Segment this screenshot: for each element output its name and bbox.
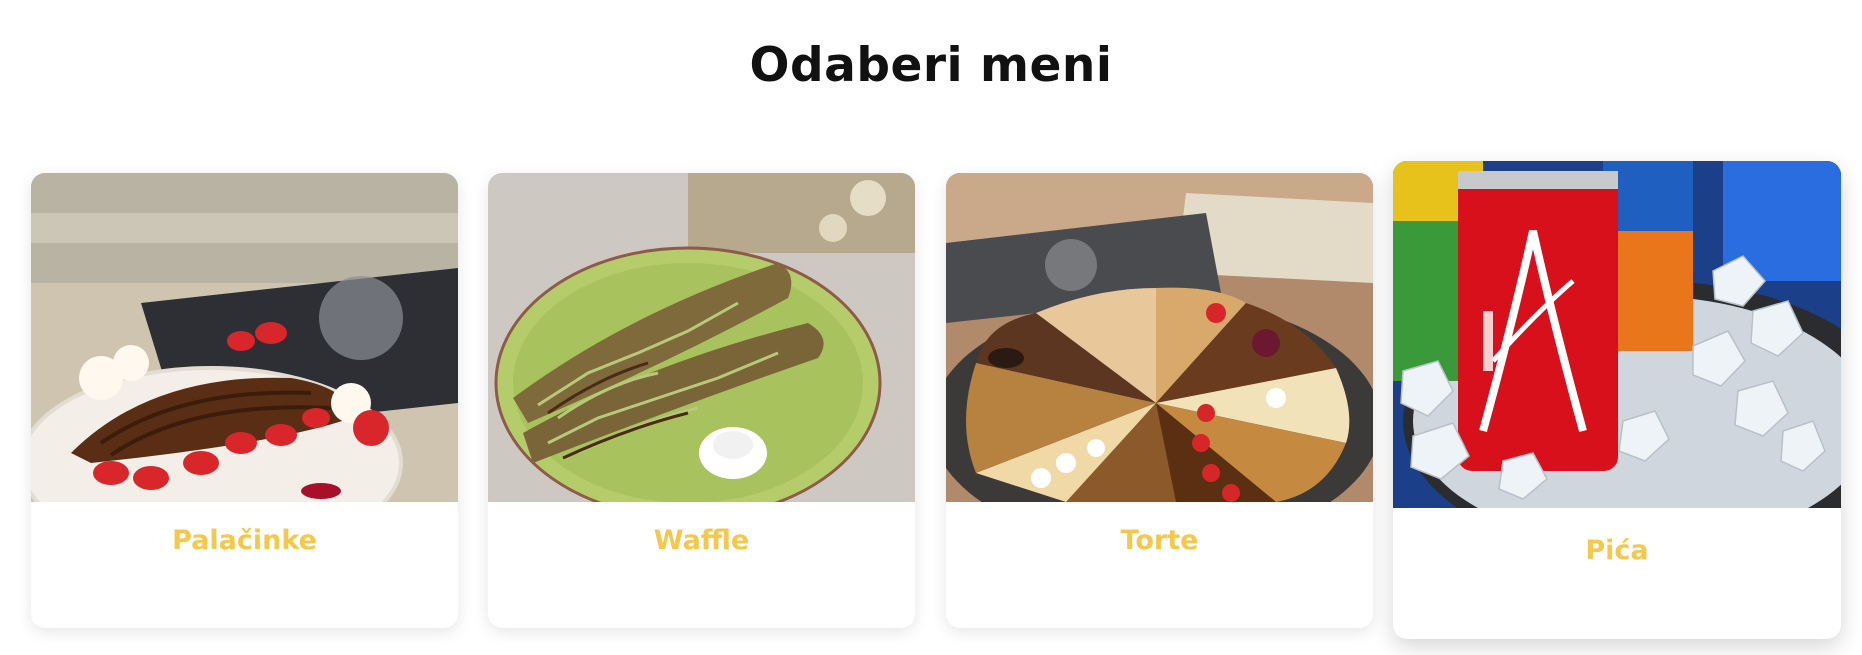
menu-page: Odaberi meni Palačinke Waffle Torte Pića [0, 0, 1862, 655]
crepe-photo [31, 173, 458, 502]
menu-card-label: Palačinke [172, 525, 317, 556]
menu-card-label: Waffle [653, 525, 750, 556]
menu-card-pica[interactable]: Pića [1393, 161, 1841, 639]
menu-card-waffle[interactable]: Waffle [488, 173, 915, 628]
page-title: Odaberi meni [749, 38, 1113, 93]
soda-cans-photo [1393, 161, 1841, 508]
waffle-photo [488, 173, 915, 502]
menu-card-palacinke[interactable]: Palačinke [31, 173, 458, 628]
menu-card-label: Torte [1120, 525, 1199, 556]
menu-card-torte[interactable]: Torte [946, 173, 1373, 628]
cake-platter-photo [946, 173, 1373, 502]
menu-card-label: Pića [1585, 535, 1649, 566]
